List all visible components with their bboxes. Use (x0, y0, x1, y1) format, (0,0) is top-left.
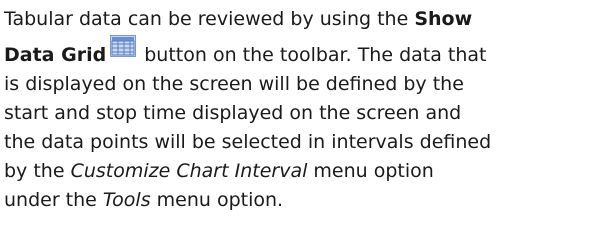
data-grid-icon (110, 35, 137, 57)
show-data-grid-label-part-2: Data Grid (4, 44, 107, 66)
line-6-suffix: menu option (307, 160, 434, 182)
tools-menu-ref: Tools (102, 189, 151, 211)
line-3-text: is displayed on the screen will be defin… (4, 73, 464, 95)
paragraph-line-1: Tabular data can be reviewed by using th… (4, 6, 472, 32)
line-6-prefix: by the (4, 160, 71, 182)
paragraph-line-3: is displayed on the screen will be defin… (4, 71, 464, 97)
customize-chart-interval-menu-ref: Customize Chart Interval (70, 160, 308, 182)
line-7-prefix: under the (4, 189, 103, 211)
line-5-text: the data points will be selected in inte… (4, 131, 492, 153)
line-4-text: start and stop time displayed on the scr… (4, 102, 462, 124)
paragraph-line-4: start and stop time displayed on the scr… (4, 100, 461, 126)
line-7-suffix: menu option. (150, 189, 284, 211)
paragraph-line-7: under the Tools menu option. (4, 187, 283, 213)
show-data-grid-label-part-1: Show (414, 8, 473, 30)
paragraph-line-6: by the Customize Chart Interval menu opt… (4, 158, 434, 184)
paragraph-line-5: the data points will be selected in inte… (4, 129, 491, 155)
line-1-text: Tabular data can be reviewed by using th… (4, 8, 415, 30)
paragraph-line-2: Data Grid button on the toolbar. The dat… (4, 35, 487, 68)
line-2-text: button on the toolbar. The data that (138, 44, 487, 66)
